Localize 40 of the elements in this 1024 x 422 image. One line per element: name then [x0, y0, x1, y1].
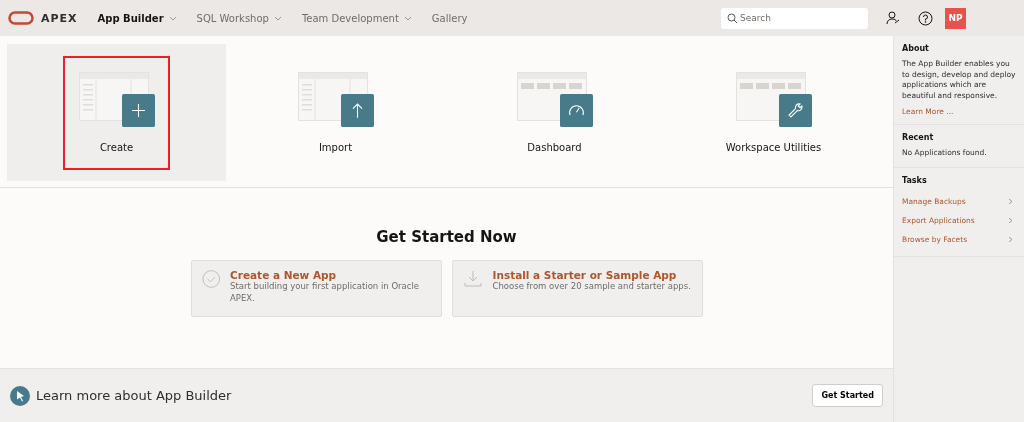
nav-menu[interactable]: Team Development	[301, 12, 412, 24]
nav-menu[interactable]: SQL Workshop	[196, 12, 282, 24]
tile-label: Create	[99, 141, 134, 153]
help-icon[interactable]	[918, 10, 933, 26]
tile-label: Dashboard	[527, 141, 582, 153]
tile-button[interactable]: Create	[7, 44, 226, 181]
nav-menu[interactable]: Gallery	[431, 12, 468, 24]
sidebar-heading: About	[902, 44, 930, 53]
card-title: Create a New App	[230, 269, 337, 281]
tile-button[interactable]: Workspace Utilities	[664, 44, 883, 181]
nav-menu[interactable]: App Builder	[97, 12, 177, 24]
chevron-icon	[273, 15, 282, 21]
section-heading: Get Started Now	[376, 228, 517, 246]
cursor-icon	[10, 385, 30, 406]
start-card[interactable]: Create a New App Start building your first application in Oracle APEX.	[190, 260, 442, 317]
chevron-icon	[168, 15, 177, 21]
card-title: Install a Starter or Sample App	[492, 269, 678, 281]
logo-icon	[8, 11, 34, 25]
wrench-icon	[778, 93, 812, 127]
download-icon	[462, 269, 483, 289]
check-circle-icon	[201, 269, 220, 289]
start-card[interactable]: Install a Starter or Sample App Choose from over 20 sample and starter apps.	[451, 260, 703, 317]
tile-label: Import	[318, 141, 353, 153]
plus-icon	[121, 93, 155, 127]
tile-label: Workspace Utilities	[725, 141, 822, 153]
user-settings-icon[interactable]	[886, 11, 900, 25]
gauge-icon	[559, 93, 593, 127]
user-avatar[interactable]: NP	[945, 7, 966, 29]
logo-text: APEX	[41, 11, 78, 25]
card-text: Choose from over 20 sample and starter apps.	[492, 281, 691, 293]
tile-button[interactable]: Dashboard	[445, 44, 664, 181]
card-text: Start building your first application in Oracle APEX.	[230, 281, 421, 305]
search-field[interactable]: Search	[721, 7, 868, 29]
search-icon	[727, 12, 738, 24]
sidebar-heading: Recent	[902, 133, 935, 142]
sidebar-heading: Tasks	[902, 175, 928, 185]
chevron-icon	[403, 15, 412, 21]
get-started-button[interactable]: Get Started	[812, 384, 883, 407]
learn-more-text: Learn more about App Builder	[36, 388, 232, 403]
tile-button[interactable]: Import	[226, 44, 445, 181]
